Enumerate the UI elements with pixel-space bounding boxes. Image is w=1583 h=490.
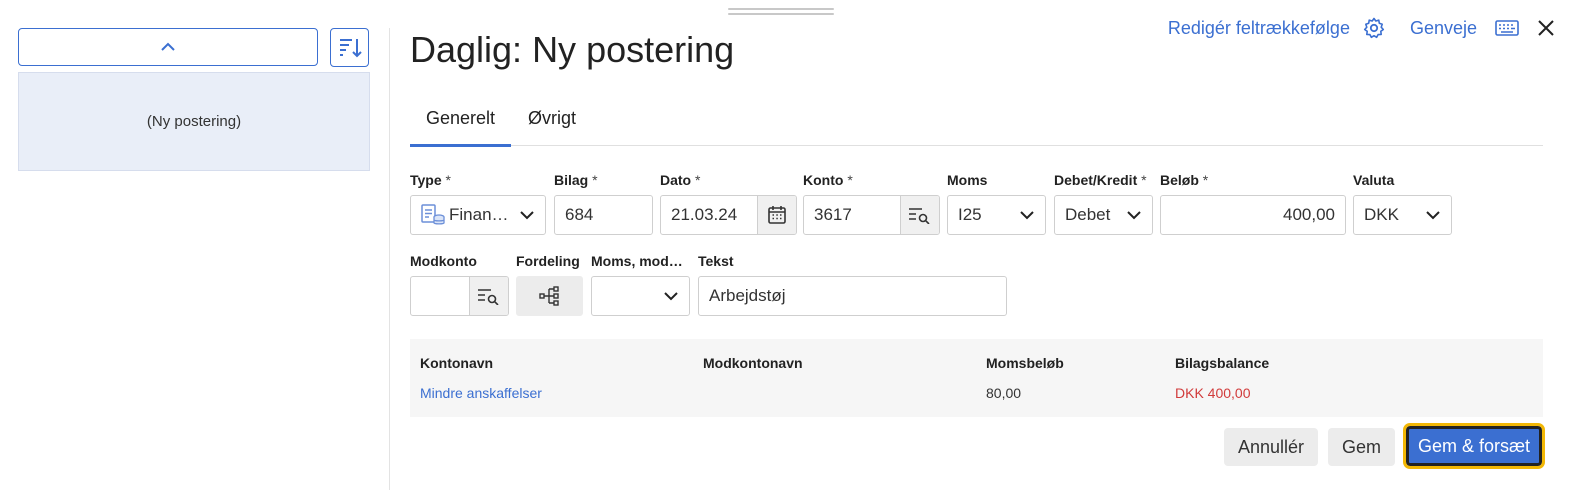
collapse-button[interactable] <box>18 28 318 66</box>
valuta-select[interactable]: DKK <box>1353 195 1452 235</box>
debet-kredit-label: Debet/Kredit * <box>1054 172 1147 188</box>
save-and-continue-button[interactable]: Gem & forsæt <box>1403 423 1545 469</box>
kontonavn-header: Kontonavn <box>420 355 494 371</box>
fordeling-button[interactable] <box>516 276 583 316</box>
fordeling-label: Fordeling <box>516 253 580 269</box>
list-item[interactable]: (Ny postering) <box>18 72 370 171</box>
drag-handle[interactable] <box>724 5 838 19</box>
panel-divider <box>389 28 390 490</box>
shortcuts-link[interactable]: Genveje <box>1410 18 1477 39</box>
save-button[interactable]: Gem <box>1328 428 1395 466</box>
chevron-down-icon <box>520 211 534 220</box>
momsbeloeb-header: Momsbeløb <box>986 355 1064 371</box>
beloeb-label: Beløb * <box>1160 172 1209 188</box>
gear-icon[interactable] <box>1362 16 1386 40</box>
page-title: Daglig: Ny postering <box>410 29 735 70</box>
finance-journal-icon <box>421 204 445 225</box>
konto-label: Konto * <box>803 172 853 188</box>
list-item-label: (Ny postering) <box>146 113 242 130</box>
lookup-icon <box>478 289 499 305</box>
modkonto-lookup-button[interactable] <box>469 277 508 315</box>
chevron-up-icon <box>161 42 175 51</box>
konto-input[interactable]: 3617 <box>803 195 940 235</box>
dato-input[interactable]: 21.03.24 <box>660 195 797 235</box>
tab-oevrigt[interactable]: Øvrigt <box>528 100 576 144</box>
modkonto-input[interactable] <box>410 276 509 316</box>
info-summary: Kontonavn Modkontonavn Momsbeløb Bilagsb… <box>410 339 1543 417</box>
calendar-icon <box>768 206 786 224</box>
tab-bar: Generelt Øvrigt <box>410 100 1543 147</box>
bilag-label: Bilag * <box>554 172 598 188</box>
moms-mod-select[interactable] <box>591 276 690 316</box>
chevron-down-icon <box>664 292 678 301</box>
tekst-input[interactable]: Arbejdstøj <box>698 276 1007 316</box>
sort-button[interactable] <box>330 28 369 67</box>
distribution-icon <box>538 286 559 306</box>
calendar-button[interactable] <box>757 196 796 234</box>
top-actions: Redigér feltrækkefølge Genveje <box>1168 14 1555 42</box>
beloeb-input[interactable]: 400,00 <box>1160 195 1346 235</box>
type-label: Type * <box>410 172 451 188</box>
momsbeloeb-value: 80,00 <box>986 385 1022 401</box>
type-select[interactable]: Finan… <box>410 195 546 235</box>
cancel-button[interactable]: Annullér <box>1224 428 1318 466</box>
type-value: Finan… <box>449 205 509 224</box>
bilag-input[interactable]: 684 <box>554 195 653 235</box>
moms-label: Moms <box>947 172 988 188</box>
tekst-label: Tekst <box>698 253 734 269</box>
bilagsbalance-header: Bilagsbalance <box>1175 355 1270 371</box>
chevron-down-icon <box>1127 211 1141 220</box>
reorder-fields-link[interactable]: Redigér feltrækkefølge <box>1168 18 1350 39</box>
dato-label: Dato * <box>660 172 701 188</box>
modkonto-label: Modkonto <box>410 253 477 269</box>
valuta-label: Valuta <box>1353 172 1395 188</box>
sort-icon <box>339 38 362 57</box>
keyboard-icon[interactable] <box>1495 19 1519 37</box>
konto-lookup-button[interactable] <box>900 196 939 234</box>
chevron-down-icon <box>1426 211 1440 220</box>
close-icon[interactable] <box>1537 19 1555 37</box>
bilagsbalance-value: DKK 400,00 <box>1175 385 1251 401</box>
tab-generelt[interactable]: Generelt <box>410 100 511 147</box>
modkontonavn-header: Modkontonavn <box>703 355 803 371</box>
moms-select[interactable]: I25 <box>947 195 1046 235</box>
debet-kredit-select[interactable]: Debet <box>1054 195 1153 235</box>
chevron-down-icon <box>1020 211 1034 220</box>
kontonavn-link[interactable]: Mindre anskaffelser <box>420 385 542 401</box>
moms-mod-label: Moms, mod… <box>591 253 683 269</box>
lookup-icon <box>909 208 930 224</box>
